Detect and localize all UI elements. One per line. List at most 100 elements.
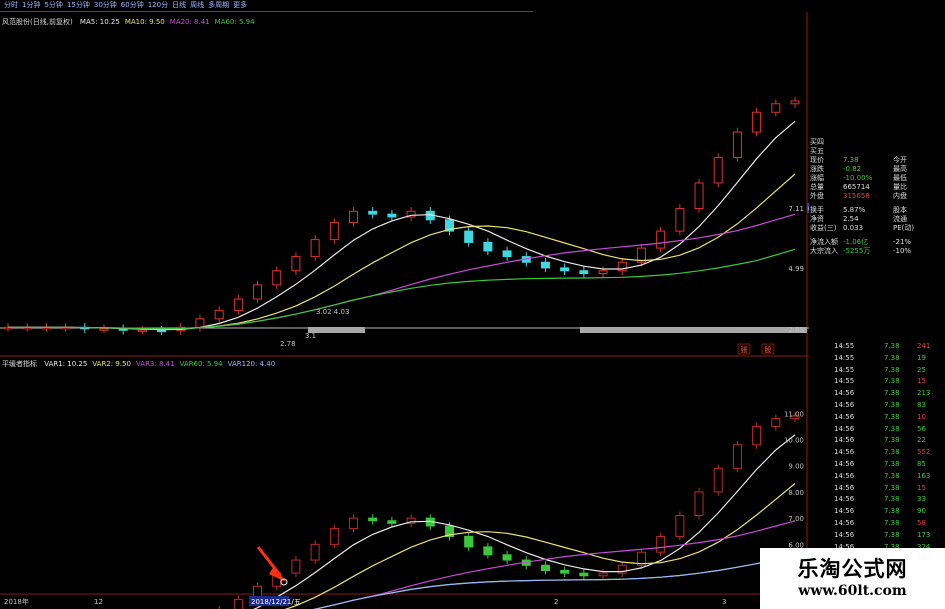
tick-row: 14:56 7.38 213 bbox=[809, 388, 945, 400]
tick-price: 7.38 bbox=[884, 342, 900, 350]
indicator-candle bbox=[579, 572, 589, 577]
tick-time: 14:56 bbox=[834, 495, 855, 504]
indicator-candle bbox=[233, 598, 243, 609]
tick-price: 7.38 bbox=[884, 436, 900, 445]
indicator-candle bbox=[771, 418, 781, 427]
tick-volume: 173 bbox=[917, 530, 931, 539]
indicator-candle bbox=[329, 528, 339, 545]
tick-price: 7.38 bbox=[884, 495, 900, 504]
tick-list[interactable]: 14:55 7.38 241 14:55 7.38 19 14:55 7.38 25 14:55 7… bbox=[809, 341, 945, 556]
tick-price: 7.38 bbox=[884, 518, 900, 527]
tick-time: 14:55 bbox=[834, 377, 855, 386]
gray-bar-right bbox=[580, 327, 807, 333]
quote-panel: 买四 买五 现价 7.38 今开 涨跌 -0.82 最高 涨幅 -10.00% 最低 总量 665714… bbox=[809, 138, 945, 338]
price-candle bbox=[368, 210, 378, 215]
quote-row: 外盘 315658 内盘 bbox=[809, 192, 945, 201]
price-candle bbox=[540, 261, 550, 269]
quote-extra: 最低 bbox=[893, 174, 907, 182]
indicator-axis-label: 8.00 bbox=[788, 489, 804, 497]
price-axis-label: 7.11 bbox=[788, 205, 804, 213]
tick-price: 7.38 bbox=[884, 377, 900, 386]
price-candle bbox=[310, 239, 320, 258]
quote-label: 涨跌 bbox=[810, 165, 824, 173]
tick-volume: 33 bbox=[917, 495, 926, 504]
quote-label: 买五 bbox=[810, 147, 824, 155]
quote-row: 涨幅 -10.00% 最低 bbox=[809, 174, 945, 183]
price-candle bbox=[732, 131, 742, 159]
tick-time: 14:56 bbox=[834, 448, 855, 457]
tick-time: 14:56 bbox=[834, 483, 855, 492]
quote-value: 315658 bbox=[843, 192, 870, 200]
price-candle bbox=[157, 329, 167, 333]
indicator-candle bbox=[713, 467, 723, 493]
tick-row: 14:56 7.38 10 bbox=[809, 412, 945, 424]
tick-row: 14:55 7.38 15 bbox=[809, 376, 945, 388]
tick-volume: 90 bbox=[917, 507, 926, 516]
price-candle bbox=[675, 207, 685, 232]
price-candle bbox=[483, 241, 493, 252]
tick-price: 7.38 bbox=[884, 424, 900, 433]
tick-time: 14:56 bbox=[834, 518, 855, 527]
quote-row: 收益(三) 0.033 PE(动) bbox=[809, 224, 945, 233]
tick-price: 7.38 bbox=[884, 471, 900, 480]
quote-value: 7.38 bbox=[843, 156, 859, 164]
indicator-candle bbox=[368, 517, 378, 522]
tick-row: 14:55 7.38 25 bbox=[809, 365, 945, 377]
tick-price: 7.38 bbox=[884, 353, 900, 362]
tick-volume: 213 bbox=[917, 389, 931, 398]
indicator-axis-label: 10.00 bbox=[784, 437, 804, 445]
indicator-candle bbox=[694, 491, 704, 517]
tick-volume: 552 bbox=[917, 448, 931, 457]
badge-label: 股 bbox=[765, 346, 772, 354]
tick-price: 7.38 bbox=[884, 483, 900, 492]
quote-extra: 最高 bbox=[893, 165, 907, 173]
quote-value: 2.54 bbox=[843, 215, 859, 223]
gray-bar-left bbox=[308, 327, 365, 333]
tick-row: 14:56 7.38 83 bbox=[809, 400, 945, 412]
price-candle bbox=[329, 222, 339, 241]
price-candle bbox=[771, 103, 781, 113]
tick-price: 7.38 bbox=[884, 412, 900, 421]
price-axis-label: 4.99 bbox=[788, 265, 804, 273]
tick-time: 14:56 bbox=[834, 530, 855, 539]
indicator-candle bbox=[540, 564, 550, 572]
tick-time: 14:56 bbox=[834, 389, 855, 398]
price-candle bbox=[387, 213, 397, 218]
indicator-ma60-line bbox=[313, 556, 796, 609]
quote-row: 大宗流入 -5255万 -10% bbox=[809, 247, 945, 256]
indicator-candle bbox=[464, 535, 474, 548]
tick-time: 14:56 bbox=[834, 459, 855, 468]
var-legend-4: VAR120: 4.40 bbox=[227, 360, 276, 368]
indicator-candle bbox=[502, 554, 512, 561]
tick-volume: 10 bbox=[917, 412, 926, 421]
quote-value: -1.06亿 bbox=[843, 238, 869, 246]
tick-row: 14:56 7.38 552 bbox=[809, 447, 945, 459]
indicator-ma10-line bbox=[284, 483, 796, 609]
kline-chart[interactable]: 张股7.114.992.8511.0010.009.008.007.006.00… bbox=[0, 0, 809, 609]
high-annotation: 3.02 4.03 bbox=[316, 308, 349, 316]
quote-value: -10.00% bbox=[843, 174, 873, 182]
tick-volume: 85 bbox=[917, 459, 926, 468]
tick-price: 7.38 bbox=[884, 507, 900, 516]
price-candle bbox=[214, 309, 224, 320]
tick-time: 14:56 bbox=[834, 412, 855, 421]
price-candle bbox=[195, 318, 205, 328]
tick-row: 14:56 7.38 163 bbox=[809, 471, 945, 483]
tick-row: 14:56 7.38 85 bbox=[809, 459, 945, 471]
tick-time: 14:56 bbox=[834, 436, 855, 445]
price-candle bbox=[291, 256, 301, 272]
quote-label: 净流入额 bbox=[810, 238, 838, 246]
tick-time: 14:55 bbox=[834, 342, 855, 350]
low-annotation: 2.78 bbox=[280, 340, 296, 348]
indicator-candle bbox=[291, 559, 301, 574]
tick-time: 14:55 bbox=[834, 353, 855, 362]
tick-row: 14:56 7.38 22 bbox=[809, 435, 945, 447]
tick-volume: 58 bbox=[917, 518, 926, 527]
quote-extra: 内盘 bbox=[893, 192, 907, 200]
badge-label: 张 bbox=[741, 345, 748, 354]
quote-row: 买五 bbox=[809, 147, 945, 156]
price-candle bbox=[656, 230, 666, 249]
low2-annotation: 3.1 bbox=[305, 332, 316, 340]
quote-extra: 量比 bbox=[893, 183, 907, 191]
var-legend-0: VAR1: 10.25 bbox=[44, 360, 88, 368]
